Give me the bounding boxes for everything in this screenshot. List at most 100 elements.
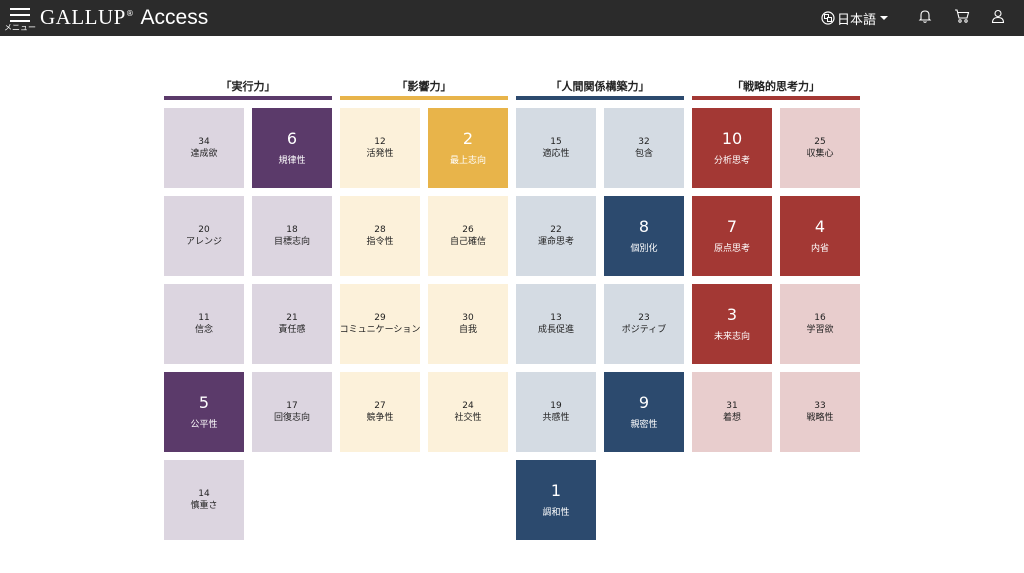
strength-name: アレンジ xyxy=(185,237,222,247)
strength-tile[interactable]: 29 コミュニケーション xyxy=(340,284,420,364)
gallup-access-logo[interactable]: GALLUP® Access xyxy=(40,5,208,30)
strength-rank: 9 xyxy=(638,393,650,412)
strength-tile[interactable]: 8 個別化 xyxy=(604,196,684,276)
user-icon[interactable] xyxy=(990,8,1006,24)
strength-rank: 26 xyxy=(462,225,474,235)
strength-name: 着想 xyxy=(722,413,741,423)
strength-name: 包含 xyxy=(634,149,653,159)
strength-name: 成長促進 xyxy=(537,325,574,335)
strength-name: 運命思考 xyxy=(537,237,574,247)
strength-tile[interactable]: 14 慎重さ xyxy=(164,460,244,540)
strength-tile[interactable]: 27 競争性 xyxy=(340,372,420,452)
top-navigation-bar: メニュー GALLUP® Access 日本語 xyxy=(0,0,1024,36)
strength-rank: 13 xyxy=(550,313,562,323)
strength-name: 適応性 xyxy=(542,149,570,159)
bell-icon[interactable] xyxy=(917,8,933,24)
strength-tile[interactable]: 12 活発性 xyxy=(340,108,420,188)
menu-button[interactable]: メニュー xyxy=(2,0,38,36)
domain-title: 「戦略的思考力」 xyxy=(732,80,820,93)
language-selector[interactable]: 日本語 xyxy=(821,8,889,28)
strength-name: 公平性 xyxy=(190,420,218,430)
strength-rank: 31 xyxy=(726,401,738,411)
strength-name: 指令性 xyxy=(366,237,394,247)
strength-tile[interactable]: 10 分析思考 xyxy=(692,108,772,188)
cart-icon[interactable] xyxy=(954,8,970,24)
strength-tile[interactable]: 17 回復志向 xyxy=(252,372,332,452)
strength-tile[interactable]: 2 最上志向 xyxy=(428,108,508,188)
strength-tile[interactable]: 4 内省 xyxy=(780,196,860,276)
strength-tile[interactable]: 19 共感性 xyxy=(516,372,596,452)
strength-tile[interactable]: 9 親密性 xyxy=(604,372,684,452)
strength-tile[interactable]: 20 アレンジ xyxy=(164,196,244,276)
strength-tile[interactable]: 23 ポジティブ xyxy=(604,284,684,364)
strength-tile[interactable]: 5 公平性 xyxy=(164,372,244,452)
strength-name: 競争性 xyxy=(366,413,394,423)
app-name: Access xyxy=(140,6,209,29)
domain-color-bar xyxy=(164,96,332,100)
strength-name: 慎重さ xyxy=(190,501,218,511)
strength-tile[interactable]: 24 社交性 xyxy=(428,372,508,452)
language-label: 日本語 xyxy=(837,12,877,28)
strength-name: 分析思考 xyxy=(713,156,750,166)
strength-name: 規律性 xyxy=(278,156,306,166)
strength-rank: 29 xyxy=(374,313,386,323)
domain-header-executing: 「実行力」 xyxy=(164,80,332,100)
strength-tile[interactable]: 11 信念 xyxy=(164,284,244,364)
strength-tile[interactable]: 26 自己確信 xyxy=(428,196,508,276)
strength-rank: 3 xyxy=(726,305,738,324)
strength-name: 共感性 xyxy=(542,413,570,423)
strength-rank: 6 xyxy=(286,129,298,148)
menu-label: メニュー xyxy=(4,23,36,32)
strength-name: 目標志向 xyxy=(273,237,310,247)
domain-title: 「人間関係構築力」 xyxy=(550,80,650,93)
strength-rank: 11 xyxy=(198,313,210,323)
strength-name: 戦略性 xyxy=(806,413,834,423)
domain-color-bar xyxy=(516,96,684,100)
brand-name: GALLUP xyxy=(40,5,126,29)
strength-tile[interactable]: 1 調和性 xyxy=(516,460,596,540)
strength-rank: 14 xyxy=(198,489,210,499)
strength-tile[interactable]: 16 学習欲 xyxy=(780,284,860,364)
strength-tile[interactable]: 13 成長促進 xyxy=(516,284,596,364)
strength-name: 学習欲 xyxy=(806,325,834,335)
strength-rank: 4 xyxy=(814,217,826,236)
strength-tile[interactable]: 28 指令性 xyxy=(340,196,420,276)
strength-rank: 16 xyxy=(814,313,826,323)
strength-tile[interactable]: 34 達成欲 xyxy=(164,108,244,188)
strength-name: 信念 xyxy=(194,325,213,335)
strength-tile[interactable]: 31 着想 xyxy=(692,372,772,452)
strength-tile[interactable]: 30 自我 xyxy=(428,284,508,364)
strength-tile[interactable]: 32 包含 xyxy=(604,108,684,188)
strength-rank: 8 xyxy=(638,217,650,236)
strength-tile[interactable]: 18 目標志向 xyxy=(252,196,332,276)
strength-tile[interactable]: 25 収集心 xyxy=(780,108,860,188)
strength-tile[interactable]: 3 未来志向 xyxy=(692,284,772,364)
strength-rank: 33 xyxy=(814,401,826,411)
strength-name: 未来志向 xyxy=(713,332,750,342)
strength-tile[interactable]: 21 責任感 xyxy=(252,284,332,364)
strength-tile[interactable]: 15 適応性 xyxy=(516,108,596,188)
strength-rank: 1 xyxy=(550,481,562,500)
strength-rank: 12 xyxy=(374,137,386,147)
translate-icon xyxy=(821,11,835,25)
strength-rank: 24 xyxy=(462,401,474,411)
strength-name: 活発性 xyxy=(366,149,394,159)
domain-header-influencing: 「影響力」 xyxy=(340,80,508,100)
strength-rank: 17 xyxy=(286,401,298,411)
strength-rank: 32 xyxy=(638,137,650,147)
strength-rank: 10 xyxy=(721,129,743,148)
strength-tile[interactable]: 22 運命思考 xyxy=(516,196,596,276)
strength-name: 原点思考 xyxy=(713,244,750,254)
strength-name: 調和性 xyxy=(542,508,570,518)
strength-name: 個別化 xyxy=(630,244,658,254)
strength-name: ポジティブ xyxy=(621,325,667,335)
strength-rank: 15 xyxy=(550,137,562,147)
domain-color-bar xyxy=(692,96,860,100)
strength-rank: 30 xyxy=(462,313,474,323)
strength-tile[interactable]: 33 戦略性 xyxy=(780,372,860,452)
strength-rank: 2 xyxy=(462,129,474,148)
strength-tile[interactable]: 7 原点思考 xyxy=(692,196,772,276)
strength-name: 最上志向 xyxy=(449,156,486,166)
strength-rank: 22 xyxy=(550,225,562,235)
strength-tile[interactable]: 6 規律性 xyxy=(252,108,332,188)
